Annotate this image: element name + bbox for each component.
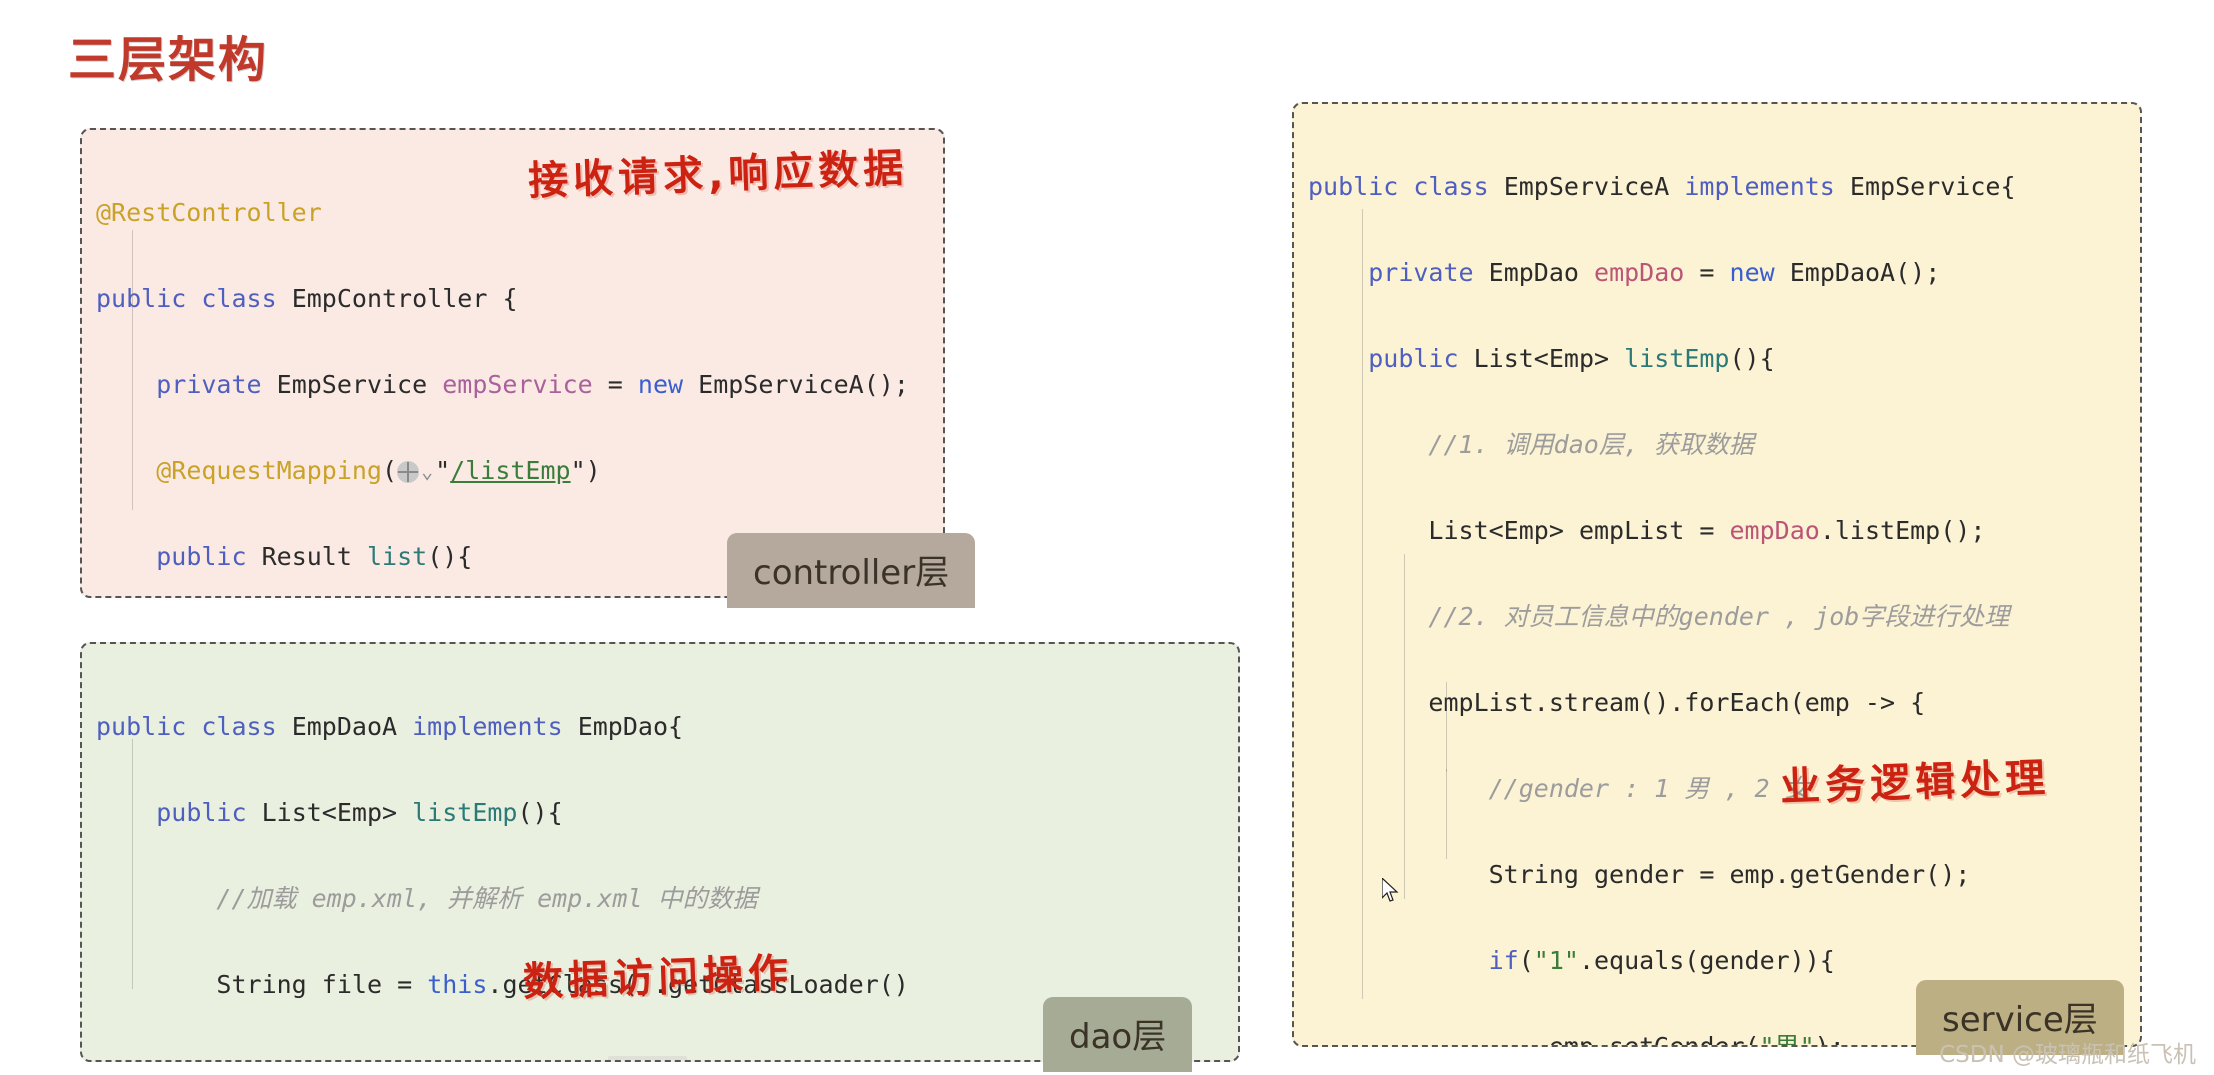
- code-line: public class EmpDaoA implements EmpDao{: [96, 712, 684, 741]
- globe-icon: [397, 461, 420, 483]
- annotation-rest-controller: @RestController: [96, 198, 322, 227]
- code-comment: //2. 对员工信息中的gender , job字段进行处理: [1428, 602, 2010, 631]
- service-code-card: public class EmpServiceA implements EmpS…: [1292, 102, 2142, 1047]
- code-line: private EmpService empService = new EmpS…: [156, 370, 909, 399]
- annotation-dao: 数据访问操作: [522, 950, 794, 1006]
- code-comment: //gender : 1 男 , 2 女: [1488, 774, 1810, 803]
- code-line: if("1".equals(gender)){: [1488, 946, 1835, 975]
- code-line: //1. 调用dao层, 获取数据: [1308, 423, 2126, 466]
- page-title: 三层架构: [68, 32, 269, 88]
- badge-dao-layer: dao层: [1043, 997, 1193, 1072]
- string-literal: "emp.xml": [702, 1056, 837, 1060]
- code-line: @RestController: [96, 191, 929, 234]
- annotation-service: 业务逻辑处理: [1779, 755, 2051, 811]
- code-line: //加载 emp.xml, 并解析 emp.xml 中的数据: [96, 877, 1224, 920]
- indent-guide: [132, 739, 133, 989]
- chevron-down-icon: ⌄: [421, 459, 434, 483]
- code-comment: //加载 emp.xml, 并解析 emp.xml 中的数据: [216, 884, 758, 913]
- code-line: public class EmpController {: [96, 284, 518, 313]
- code-line: public List<Emp> listEmp(){: [156, 798, 563, 827]
- indent-guide: [1446, 682, 1447, 772]
- mapping-url: /listEmp: [450, 456, 571, 485]
- code-line: public class EmpServiceA implements EmpS…: [1308, 172, 2016, 201]
- code-line: @RequestMapping(⌄"/listEmp"): [96, 449, 929, 492]
- param-hint: name:: [607, 1056, 688, 1060]
- code-line: public List<Emp> listEmp(){: [1368, 344, 1775, 373]
- code-line: List<Emp> empList = empDao.listEmp();: [1428, 516, 1986, 545]
- annotation-request-mapping: @RequestMapping: [156, 456, 382, 485]
- code-comment: //1. 调用dao层, 获取数据: [1428, 430, 1754, 459]
- indent-guide: [132, 230, 133, 510]
- indent-guide: [1446, 769, 1447, 859]
- badge-controller-layer: controller层: [727, 533, 976, 608]
- controller-code-card: @RestController public class EmpControll…: [80, 128, 945, 598]
- code-line: //2. 对员工信息中的gender , job字段进行处理: [1308, 595, 2126, 638]
- controller-code-body: @RestController public class EmpControll…: [82, 130, 943, 596]
- indent-guide: [1362, 209, 1363, 999]
- mouse-cursor-icon: [1382, 878, 1399, 902]
- code-line: private EmpDao empDao = new EmpDaoA();: [1368, 258, 1941, 287]
- csdn-watermark: CSDN @玻璃瓶和纸飞机: [1939, 1042, 2196, 1068]
- code-line: empList.stream().forEach(emp -> {: [1428, 688, 1926, 717]
- code-line: String gender = emp.getGender();: [1488, 860, 1971, 889]
- service-code-body: public class EmpServiceA implements EmpS…: [1294, 104, 2140, 1045]
- indent-guide: [1404, 554, 1405, 899]
